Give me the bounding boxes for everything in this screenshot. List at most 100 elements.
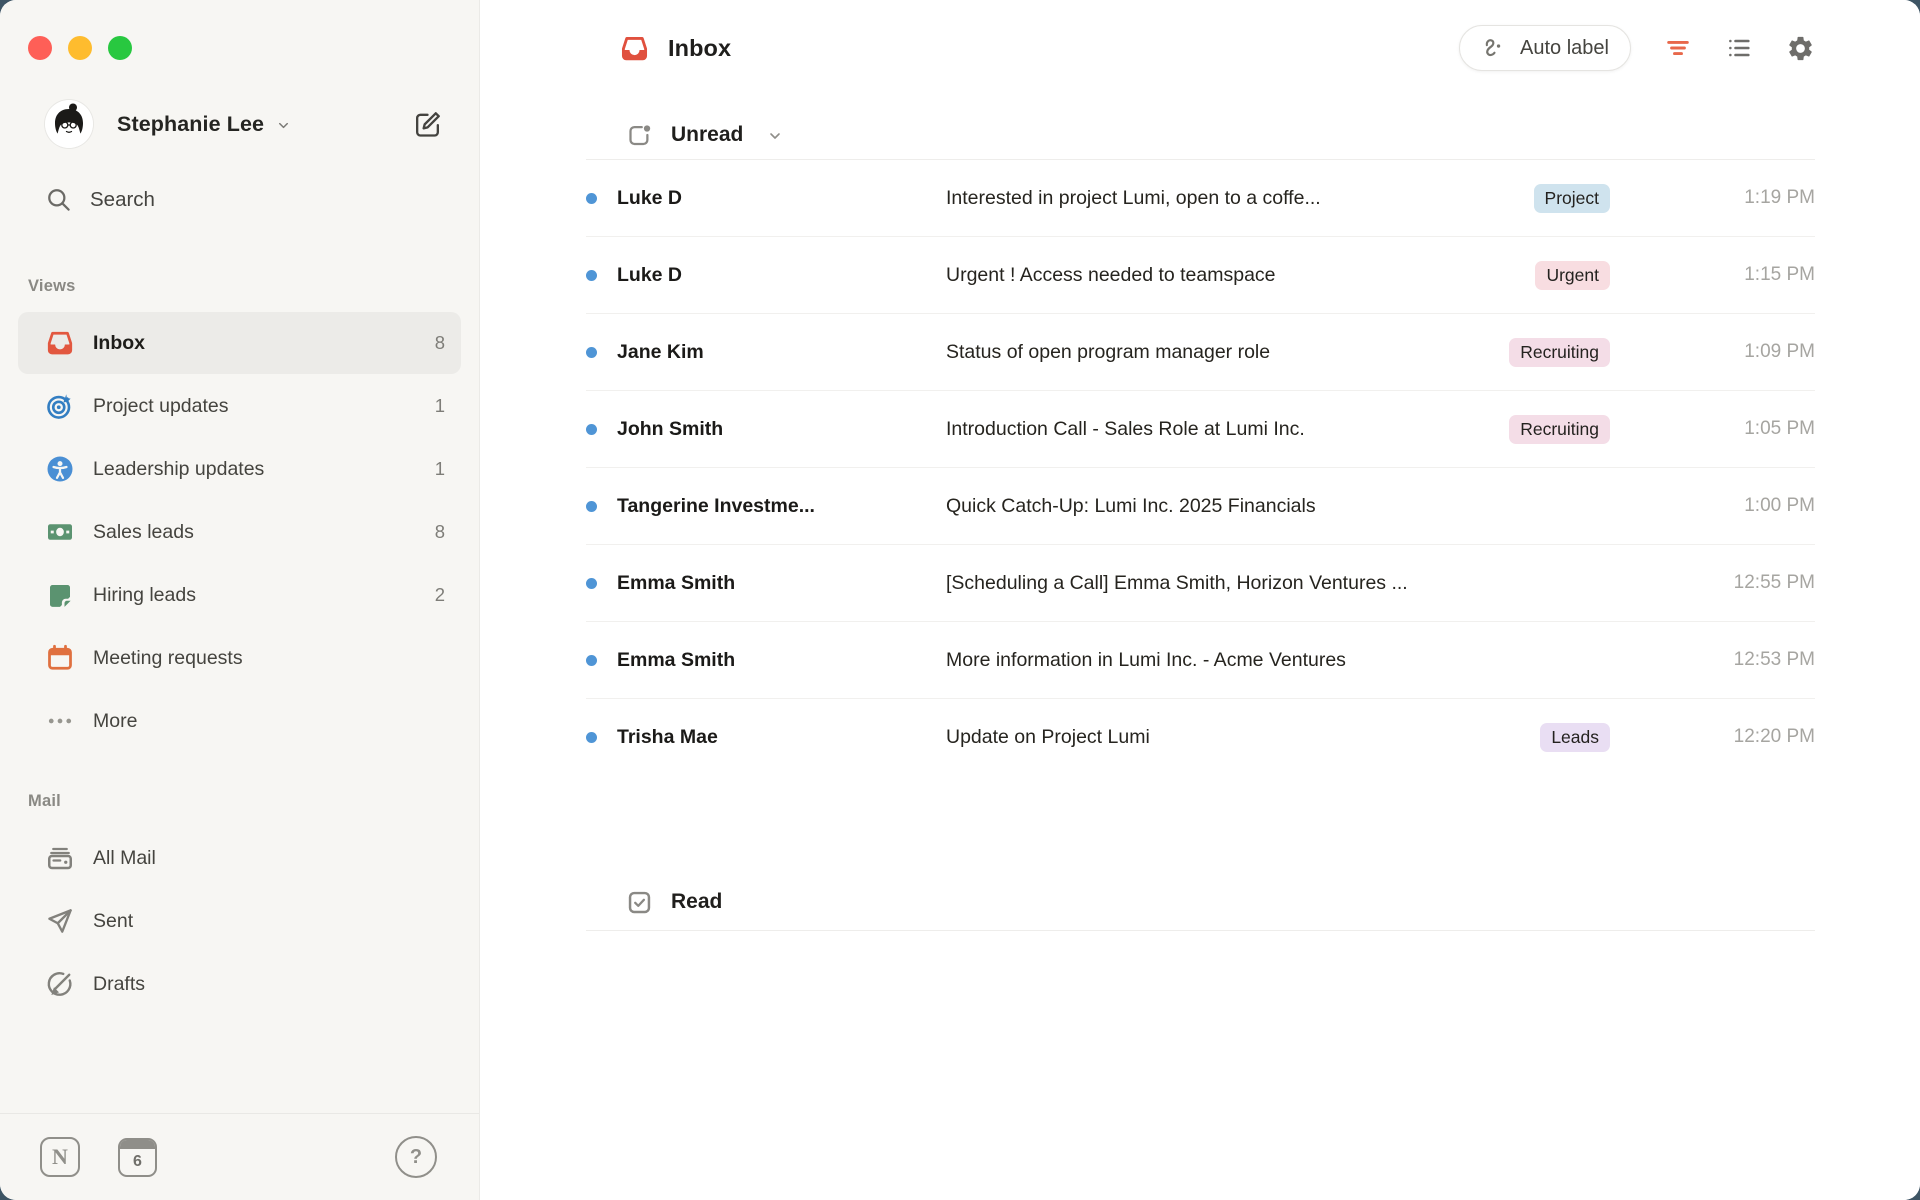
email-time: 1:00 PM — [1610, 495, 1815, 517]
target-icon — [45, 391, 75, 421]
read-section-header[interactable]: Read — [626, 878, 722, 926]
money-icon — [45, 517, 75, 547]
email-row[interactable]: Emma Smith[Scheduling a Call] Emma Smith… — [586, 545, 1815, 622]
sidebar-item-meeting-requests[interactable]: Meeting requests — [18, 627, 461, 689]
sidebar-item-count: 2 — [435, 584, 445, 606]
filter-icon[interactable] — [1664, 34, 1692, 62]
main-panel: Inbox Auto label — [480, 0, 1920, 1200]
email-row[interactable]: John SmithIntroduction Call - Sales Role… — [586, 391, 1815, 468]
main-header: Inbox Auto label — [586, 0, 1815, 96]
sidebar-item-project-updates[interactable]: Project updates 1 — [18, 375, 461, 437]
email-row[interactable]: Emma SmithMore information in Lumi Inc. … — [586, 622, 1815, 699]
app-window: Stephanie Lee Search ViewsInbox8Project … — [0, 0, 1920, 1200]
email-subject: Update on Project Lumi — [946, 726, 1540, 749]
label-badge-recruiting: Recruiting — [1509, 338, 1610, 367]
email-sender: Emma Smith — [617, 572, 946, 595]
sidebar-item-hiring-leads[interactable]: Hiring leads2 — [18, 564, 461, 626]
person-circle-icon — [45, 454, 75, 484]
email-row[interactable]: Luke DInterested in project Lumi, open t… — [586, 160, 1815, 237]
email-subject: Introduction Call - Sales Role at Lumi I… — [946, 418, 1509, 441]
email-time: 12:53 PM — [1610, 649, 1815, 671]
search-icon — [45, 186, 72, 213]
fullscreen-window-button[interactable] — [108, 36, 132, 60]
email-row[interactable]: Jane KimStatus of open program manager r… — [586, 314, 1815, 391]
sidebar-item-label: All Mail — [93, 847, 445, 870]
drafts-icon — [45, 969, 75, 999]
email-sender: Jane Kim — [617, 341, 946, 364]
email-row[interactable]: Tangerine Investme...Quick Catch-Up: Lum… — [586, 468, 1815, 545]
sidebar-item-leadership-updates[interactable]: Leadership updates 1 — [18, 438, 461, 500]
notion-logo[interactable]: N — [40, 1137, 80, 1177]
calendar-icon — [45, 643, 75, 673]
search-button[interactable]: Search — [45, 186, 479, 213]
calendar-app-icon-header — [120, 1140, 155, 1149]
sidebar-item-label: Sent — [93, 910, 445, 933]
sidebar-item-label: Project updates — [93, 395, 417, 418]
list-view-icon[interactable] — [1725, 34, 1753, 62]
label-badge-recruiting: Recruiting — [1509, 415, 1610, 444]
email-subject: Interested in project Lumi, open to a co… — [946, 187, 1534, 210]
sidebar-item-label: Drafts — [93, 973, 445, 996]
avatar[interactable] — [45, 100, 93, 148]
sidebar-item-count: 1 — [435, 458, 445, 480]
sidebar-item-sent[interactable]: Sent — [18, 890, 461, 952]
settings-gear-icon[interactable] — [1786, 34, 1815, 63]
unread-dot — [586, 270, 597, 281]
email-subject: More information in Lumi Inc. - Acme Ven… — [946, 649, 1610, 672]
calendar-app-icon[interactable]: 6 — [118, 1138, 157, 1177]
email-subject: Urgent ! Access needed to teamspace — [946, 264, 1535, 287]
sidebar-item-all-mail[interactable]: All Mail — [18, 827, 461, 889]
label-badge-leads: Leads — [1540, 723, 1610, 752]
sidebar-item-sales-leads[interactable]: Sales leads8 — [18, 501, 461, 563]
unread-dot — [586, 578, 597, 589]
email-time: 1:19 PM — [1610, 187, 1815, 209]
email-row[interactable]: Luke DUrgent ! Access needed to teamspac… — [586, 237, 1815, 314]
auto-label-button[interactable]: Auto label — [1459, 25, 1631, 71]
unread-dot — [586, 655, 597, 666]
sidebar-item-drafts[interactable]: Drafts — [18, 953, 461, 1015]
unread-icon — [626, 122, 653, 149]
window-controls — [0, 0, 479, 60]
sidebar-section-views: ViewsInbox8Project updates1Leadership up… — [0, 277, 479, 752]
auto-label-label: Auto label — [1520, 37, 1609, 60]
chevron-down-icon — [276, 118, 291, 133]
label-badge-project: Project — [1534, 184, 1610, 213]
email-subject: [Scheduling a Call] Emma Smith, Horizon … — [946, 572, 1610, 595]
unread-dot — [586, 732, 597, 743]
sidebar-item-label: More — [93, 710, 445, 733]
note-icon — [45, 580, 75, 610]
search-label: Search — [90, 188, 155, 212]
sidebar-item-count: 8 — [435, 332, 445, 354]
email-row[interactable]: Trisha MaeUpdate on Project LumiLeads12:… — [586, 699, 1815, 775]
help-button[interactable]: ? — [395, 1136, 437, 1178]
email-sender: Tangerine Investme... — [617, 495, 946, 518]
sidebar-item-label: Leadership updates — [93, 458, 417, 481]
send-icon — [45, 906, 75, 936]
compose-button[interactable] — [412, 109, 443, 140]
minimize-window-button[interactable] — [68, 36, 92, 60]
email-subject: Quick Catch-Up: Lumi Inc. 2025 Financial… — [946, 495, 1610, 518]
sidebar-item-count: 1 — [435, 395, 445, 417]
dots-icon — [45, 706, 75, 736]
sidebar-item-inbox[interactable]: Inbox8 — [18, 312, 461, 374]
sidebar-item-count: 8 — [435, 521, 445, 543]
sidebar-section-mail: Mail All Mail Sent Drafts — [0, 792, 479, 1015]
sidebar-item-label: Meeting requests — [93, 647, 445, 670]
header-actions: Auto label — [1459, 25, 1815, 71]
sidebar-item-more[interactable]: More — [18, 690, 461, 752]
unread-dot — [586, 193, 597, 204]
chevron-down-icon — [767, 128, 783, 144]
email-time: 1:15 PM — [1610, 264, 1815, 286]
email-time: 12:55 PM — [1610, 572, 1815, 594]
inbox-icon — [619, 33, 650, 64]
unread-section-header[interactable]: Unread — [626, 111, 783, 159]
sidebar-section-label: Views — [0, 277, 479, 296]
sidebar-section-label: Mail — [0, 792, 479, 811]
email-sender: Luke D — [617, 187, 946, 210]
sidebar-footer: N 6 ? — [0, 1113, 479, 1200]
auto-label-icon — [1481, 35, 1508, 62]
close-window-button[interactable] — [28, 36, 52, 60]
sidebar: Stephanie Lee Search ViewsInbox8Project … — [0, 0, 480, 1200]
user-name[interactable]: Stephanie Lee — [117, 112, 264, 137]
calendar-app-icon-day: 6 — [120, 1149, 155, 1175]
